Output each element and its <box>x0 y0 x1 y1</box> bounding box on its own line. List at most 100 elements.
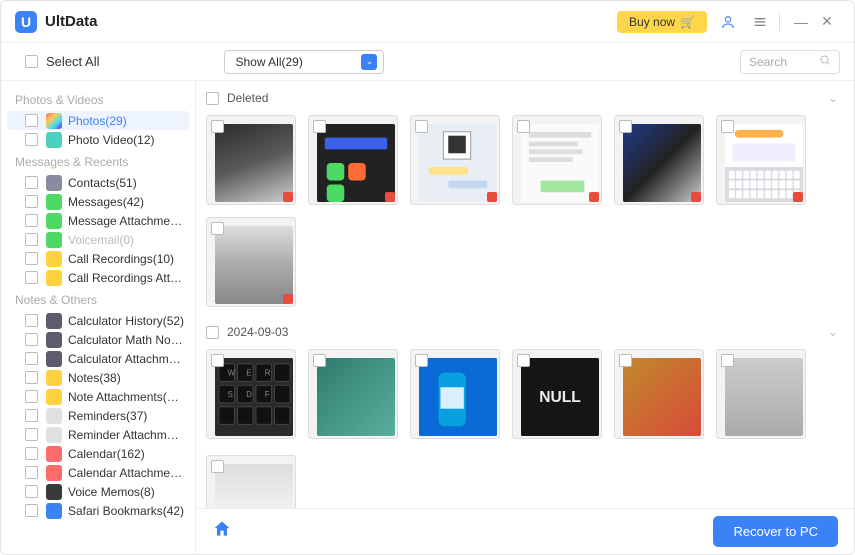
thumbnail[interactable] <box>410 115 500 205</box>
thumbnail[interactable] <box>206 455 296 508</box>
sidebar-item-label: Call Recordings(10) <box>68 252 174 266</box>
thumbnail-checkbox[interactable] <box>721 354 734 367</box>
buy-now-label: Buy now <box>629 15 675 29</box>
sidebar-item-checkbox[interactable] <box>25 233 38 246</box>
close-button[interactable]: ✕ <box>814 13 840 30</box>
sidebar-item-icon <box>46 465 62 481</box>
sidebar-item-label: Reminders(37) <box>68 409 147 423</box>
sidebar-item-checkbox[interactable] <box>25 252 38 265</box>
sidebar-item[interactable]: Calculator Attachments(30) <box>1 349 195 368</box>
sidebar-item-checkbox[interactable] <box>25 390 38 403</box>
thumbnail-checkbox[interactable] <box>313 354 326 367</box>
sidebar-item[interactable]: Photos(29) <box>7 111 189 130</box>
sidebar-item-checkbox[interactable] <box>25 371 38 384</box>
sidebar-item-checkbox[interactable] <box>25 428 38 441</box>
sidebar-item-icon <box>46 446 62 462</box>
thumbnail[interactable] <box>716 115 806 205</box>
sidebar-item-checkbox[interactable] <box>25 133 38 146</box>
thumbnail-checkbox[interactable] <box>721 120 734 133</box>
thumbnail-checkbox[interactable] <box>211 120 224 133</box>
sidebar-item[interactable]: Voice Memos(8) <box>1 482 195 501</box>
sidebar-item[interactable]: Photo Video(12) <box>1 130 195 149</box>
sidebar-item-checkbox[interactable] <box>25 504 38 517</box>
sidebar-item[interactable]: Reminder Attachments(27) <box>1 425 195 444</box>
sidebar-item[interactable]: Note Attachments(211) <box>1 387 195 406</box>
thumbnail[interactable]: WERSDF <box>206 349 296 439</box>
sidebar-item-checkbox[interactable] <box>25 333 38 346</box>
deleted-badge <box>283 294 293 304</box>
thumbnail-checkbox[interactable] <box>415 120 428 133</box>
sidebar-item[interactable]: Call Recordings Attachment... <box>1 268 195 287</box>
sidebar-item[interactable]: Calendar(162) <box>1 444 195 463</box>
sidebar-item[interactable]: Calculator History(52) <box>1 311 195 330</box>
thumbnail-checkbox[interactable] <box>211 354 224 367</box>
thumbnail-checkbox[interactable] <box>517 120 530 133</box>
recover-button[interactable]: Recover to PC <box>713 516 838 547</box>
sidebar-item[interactable]: Reminders(37) <box>1 406 195 425</box>
sidebar-item-checkbox[interactable] <box>25 409 38 422</box>
thumb-row <box>206 111 844 319</box>
thumbnail-checkbox[interactable] <box>313 120 326 133</box>
thumbnail[interactable] <box>206 217 296 307</box>
group-header[interactable]: Deleted⌄ <box>206 85 844 111</box>
thumbnail[interactable]: NULL <box>512 349 602 439</box>
thumbnail-checkbox[interactable] <box>211 222 224 235</box>
cart-icon: 🛒 <box>680 15 695 29</box>
sidebar-item[interactable]: Contacts(51) <box>1 173 195 192</box>
thumbnail-checkbox[interactable] <box>415 354 428 367</box>
minimize-button[interactable]: — <box>788 14 814 30</box>
thumbnail[interactable] <box>716 349 806 439</box>
svg-text:R: R <box>265 369 271 378</box>
thumbnail-checkbox[interactable] <box>517 354 530 367</box>
group-header[interactable]: 2024-09-03⌄ <box>206 319 844 345</box>
sidebar-item[interactable]: Call Recordings(10) <box>1 249 195 268</box>
group-checkbox[interactable] <box>206 326 219 339</box>
sidebar-item-checkbox[interactable] <box>25 271 38 284</box>
sidebar-item-checkbox[interactable] <box>25 214 38 227</box>
sidebar-item-label: Safari Bookmarks(42) <box>68 504 184 518</box>
sidebar-item-checkbox[interactable] <box>25 176 38 189</box>
thumbnail-checkbox[interactable] <box>619 354 632 367</box>
sidebar-item[interactable]: Notes(38) <box>1 368 195 387</box>
sidebar-item[interactable]: Messages(42) <box>1 192 195 211</box>
sidebar-item-label: Photos(29) <box>68 114 127 128</box>
search-input[interactable]: Search <box>740 50 840 74</box>
deleted-badge <box>385 192 395 202</box>
menu-icon[interactable] <box>749 11 771 33</box>
gallery: Deleted⌄ 2024-09-03⌄ WERSDF NULL <box>196 81 854 508</box>
thumbnail[interactable] <box>308 115 398 205</box>
search-placeholder: Search <box>749 55 787 69</box>
recover-label: Recover to PC <box>733 524 818 539</box>
sidebar-item[interactable]: Message Attachments(16) <box>1 211 195 230</box>
sidebar-item-checkbox[interactable] <box>25 352 38 365</box>
thumbnail[interactable] <box>308 349 398 439</box>
thumbnail-checkbox[interactable] <box>619 120 632 133</box>
sidebar-item[interactable]: Calculator Math Notes(6) <box>1 330 195 349</box>
user-icon[interactable] <box>717 11 739 33</box>
thumbnail-checkbox[interactable] <box>211 460 224 473</box>
sidebar-item-label: Notes(38) <box>68 371 121 385</box>
group-checkbox[interactable] <box>206 92 219 105</box>
sidebar-section-label: Messages & Recents <box>1 149 195 173</box>
deleted-badge <box>487 192 497 202</box>
sidebar-item-checkbox[interactable] <box>25 195 38 208</box>
sidebar-item-checkbox[interactable] <box>25 466 38 479</box>
sidebar-item[interactable]: Safari Bookmarks(42) <box>1 501 195 520</box>
sidebar-item-checkbox[interactable] <box>25 447 38 460</box>
thumbnail[interactable] <box>614 349 704 439</box>
sidebar-item[interactable]: Calendar Attachments(1) <box>1 463 195 482</box>
filter-select[interactable]: Show All(29) ⌄ <box>224 50 384 74</box>
thumbnail[interactable] <box>410 349 500 439</box>
sidebar-item-label: Voice Memos(8) <box>68 485 155 499</box>
sidebar-item-checkbox[interactable] <box>25 314 38 327</box>
sidebar-item-icon <box>46 503 62 519</box>
buy-now-button[interactable]: Buy now 🛒 <box>617 11 707 33</box>
home-icon[interactable] <box>212 519 232 544</box>
select-all-checkbox[interactable] <box>25 55 38 68</box>
chevron-down-icon: ⌄ <box>828 325 838 339</box>
sidebar-item-checkbox[interactable] <box>25 485 38 498</box>
sidebar-item-checkbox[interactable] <box>25 114 38 127</box>
thumbnail[interactable] <box>206 115 296 205</box>
thumbnail[interactable] <box>614 115 704 205</box>
thumbnail[interactable] <box>512 115 602 205</box>
